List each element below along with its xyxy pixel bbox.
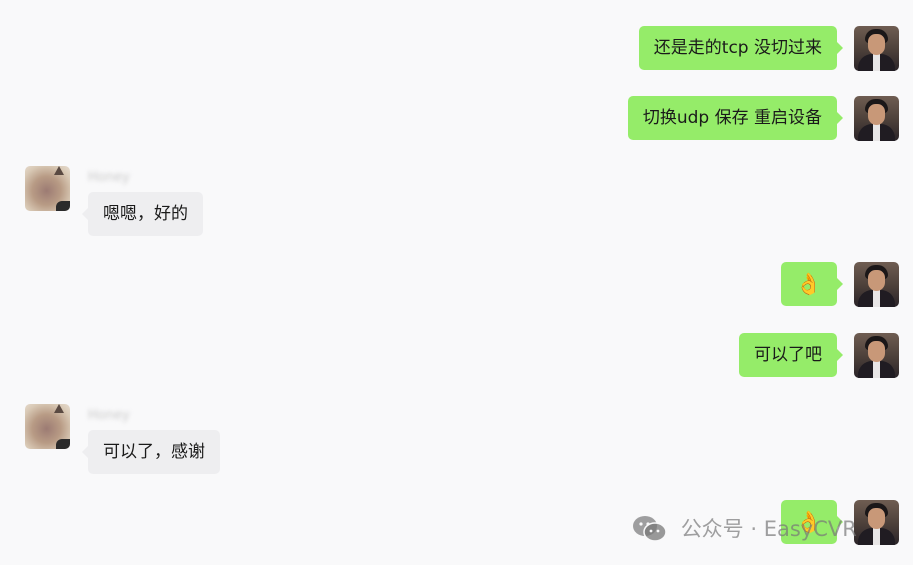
sender-name: Honey bbox=[88, 408, 130, 423]
message-row: 👌 bbox=[0, 262, 913, 308]
watermark-text: 公众号 · EasyCVR bbox=[680, 517, 857, 541]
message-row: Honey 嗯嗯，好的 bbox=[0, 166, 913, 238]
self-avatar[interactable] bbox=[854, 333, 899, 378]
ok-hand-emoji-icon: 👌 bbox=[795, 272, 822, 296]
message-bubble[interactable]: 嗯嗯，好的 bbox=[82, 192, 203, 236]
message-bubble[interactable]: 可以了吧 bbox=[739, 333, 843, 377]
self-avatar[interactable] bbox=[854, 262, 899, 307]
message-bubble[interactable]: 切换udp 保存 重启设备 bbox=[627, 96, 844, 140]
message-bubble[interactable]: 可以了，感谢 bbox=[82, 430, 220, 474]
contact-avatar[interactable] bbox=[25, 404, 70, 449]
contact-avatar[interactable] bbox=[25, 166, 70, 211]
message-row: 可以了吧 bbox=[0, 333, 913, 379]
message-row: 切换udp 保存 重启设备 bbox=[0, 96, 913, 142]
message-bubble[interactable]: 还是走的tcp 没切过来 bbox=[638, 26, 844, 70]
message-bubble[interactable]: 👌 bbox=[780, 262, 844, 306]
watermark: 公众号 · EasyCVR bbox=[632, 512, 857, 544]
self-avatar[interactable] bbox=[854, 500, 899, 545]
self-avatar[interactable] bbox=[854, 26, 899, 71]
self-avatar[interactable] bbox=[854, 96, 899, 141]
message-row: 还是走的tcp 没切过来 bbox=[0, 26, 913, 72]
message-row: Honey 可以了，感谢 bbox=[0, 404, 913, 476]
sender-name: Honey bbox=[88, 170, 130, 185]
wechat-icon bbox=[633, 516, 667, 542]
